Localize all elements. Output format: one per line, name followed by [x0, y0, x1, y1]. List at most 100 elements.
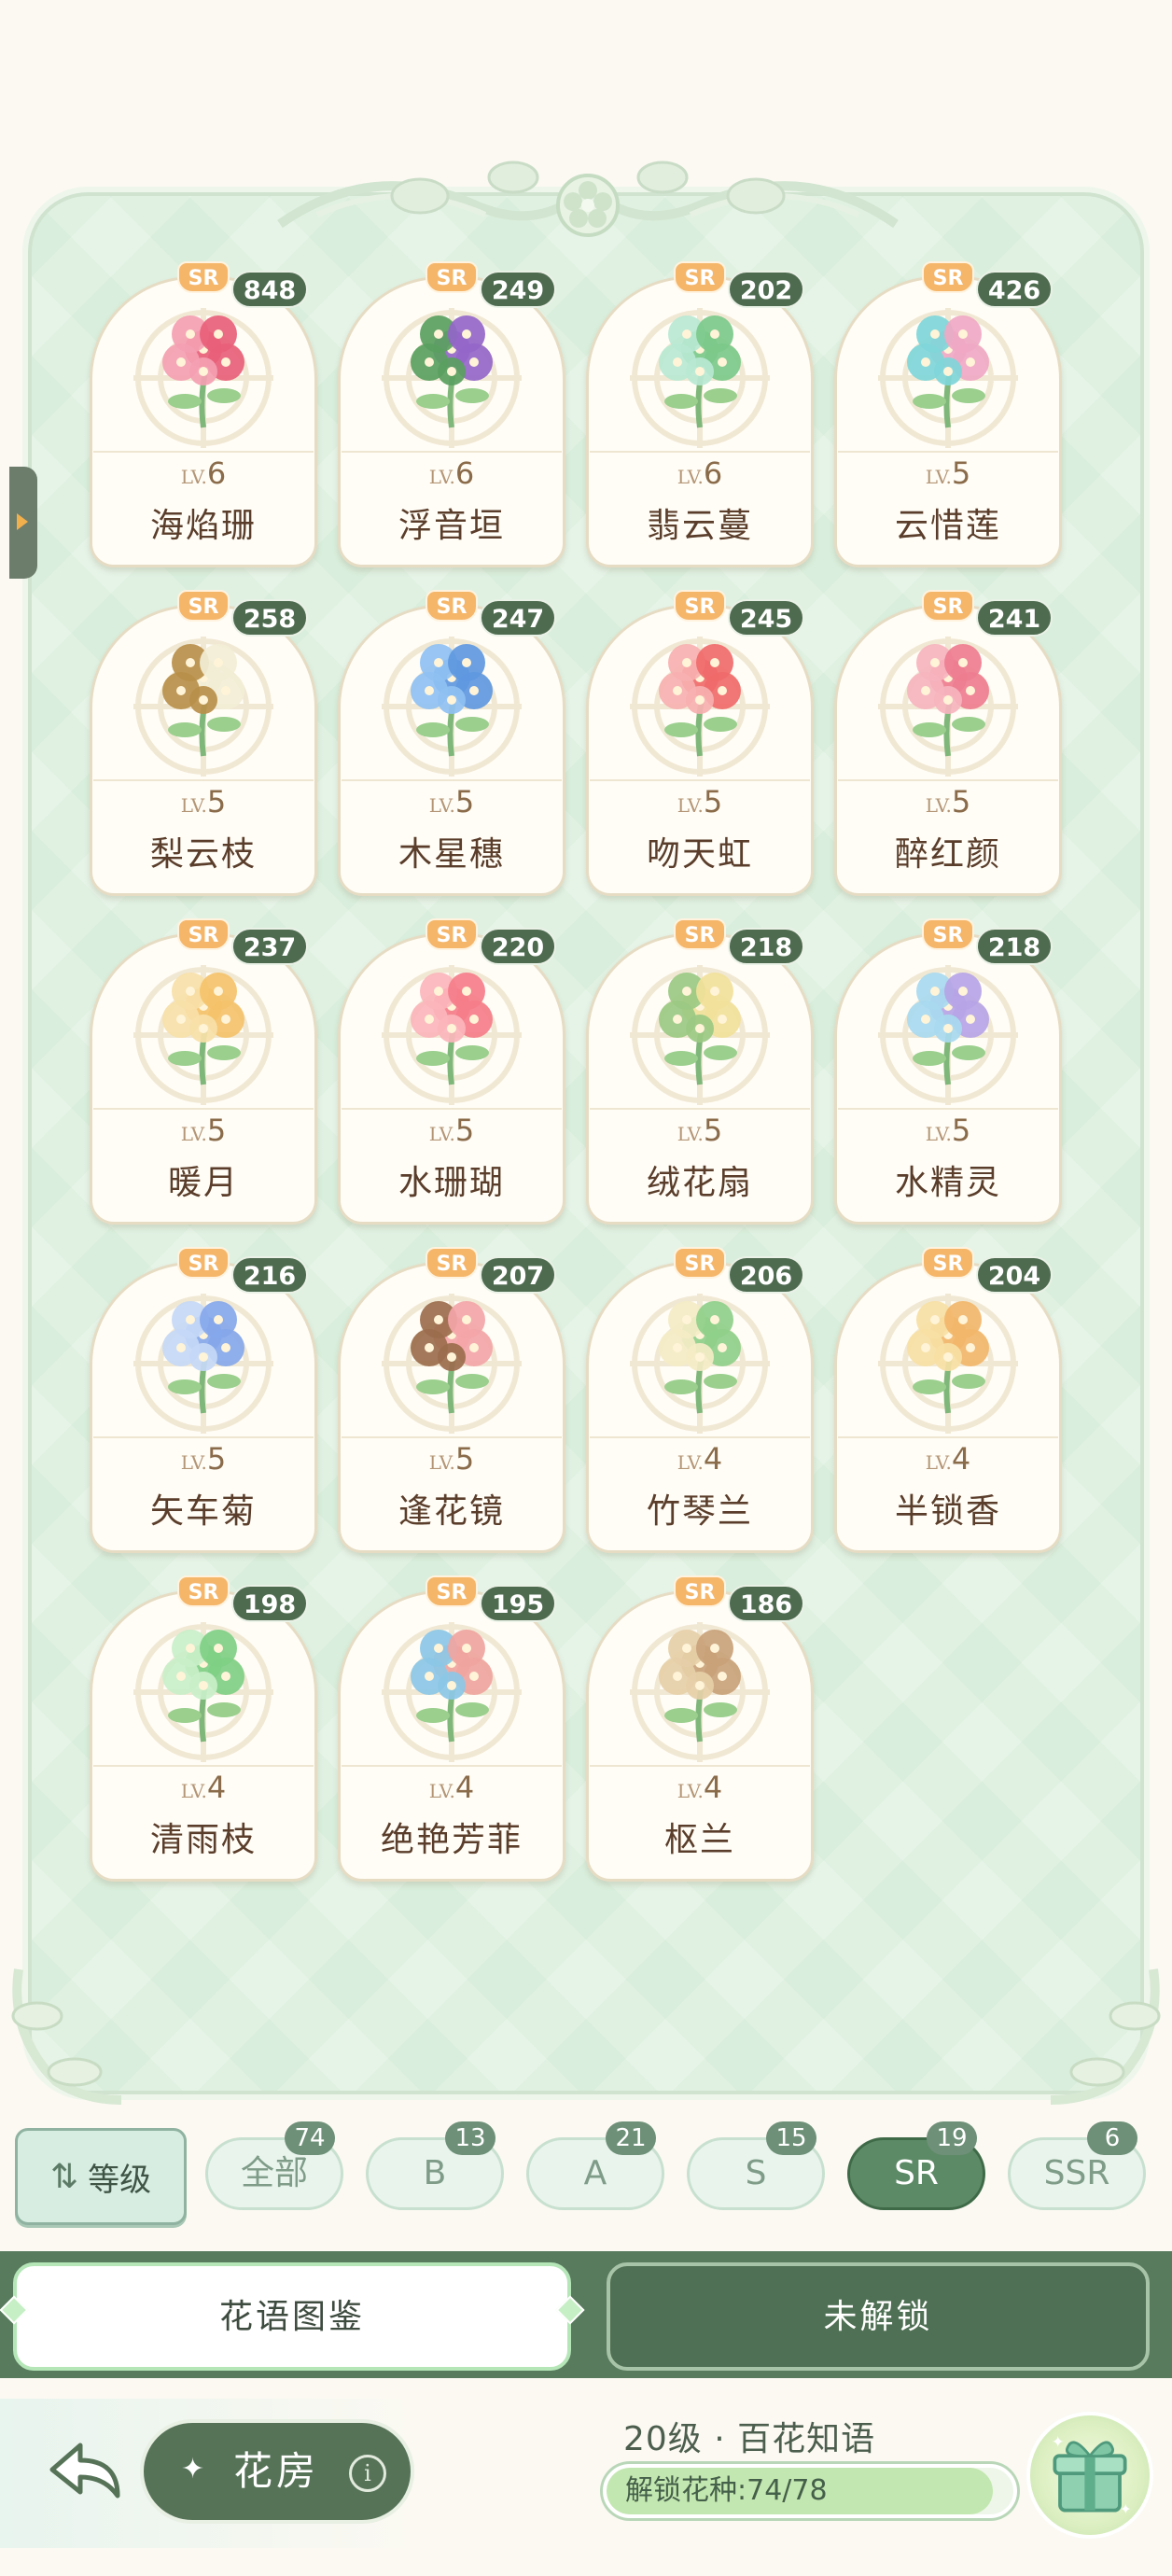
level-prefix: LV.	[677, 1780, 704, 1802]
level-prefix: LV.	[180, 1123, 207, 1145]
svg-text:✦: ✦	[1052, 2432, 1065, 2451]
count-badge: 216	[231, 1256, 308, 1294]
level-prefix: LV.	[180, 466, 207, 488]
rarity-filter-sr[interactable]: SR 19	[847, 2121, 985, 2210]
flower-card[interactable]: SR 220 LV.5 水珊瑚	[338, 917, 565, 1225]
level-prefix: LV.	[925, 794, 952, 817]
flower-illustration	[907, 1301, 989, 1414]
flower-card[interactable]: SR 218 LV.5 绒花扇	[586, 917, 814, 1225]
flower-level: LV.6	[586, 455, 814, 491]
flower-card[interactable]: SR 247 LV.5 木星穗	[338, 588, 565, 896]
level-prefix: LV.	[677, 794, 704, 817]
flower-card[interactable]: SR 216 LV.5 矢车菊	[90, 1245, 317, 1553]
flower-level: LV.5	[586, 784, 814, 819]
flower-level: LV.5	[338, 1441, 565, 1477]
flower-card[interactable]: SR 237 LV.5 暖月	[90, 917, 317, 1225]
level-prefix: LV.	[180, 1780, 207, 1802]
rarity-badge: SR	[674, 1247, 726, 1279]
rarity-badge: SR	[674, 590, 726, 622]
flower-card[interactable]: SR 258 LV.5 梨云枝	[90, 588, 317, 896]
corner-ornament-right	[1050, 1968, 1161, 2105]
rarity-badge: SR	[922, 590, 974, 622]
flower-card[interactable]: SR 245 LV.5 吻天虹	[586, 588, 814, 896]
flower-card[interactable]: SR 426 LV.5 云惜莲	[834, 259, 1062, 567]
level-prefix: LV.	[428, 1123, 455, 1145]
unlock-progress-label: 解锁花种:74/78	[625, 2474, 828, 2507]
flower-name: 木星穗	[398, 835, 505, 874]
flower-illustration	[411, 1630, 493, 1743]
flower-card[interactable]: SR 198 LV.4 清雨枝	[90, 1574, 317, 1882]
flower-card[interactable]: SR 206 LV.4 竹琴兰	[586, 1245, 814, 1553]
count-badge: 249	[480, 271, 556, 308]
filter-count-badge: 15	[766, 2121, 816, 2155]
rarity-filter-s[interactable]: S 15	[687, 2121, 825, 2210]
bottom-bar: 花房 ✦ i 20级 · 百花知语 解锁花种:74/78 ✦ ✦	[0, 2399, 1172, 2576]
rarity-filter-all[interactable]: 全部 74	[205, 2121, 343, 2210]
flower-level: LV.4	[586, 1770, 814, 1805]
flower-name: 绒花扇	[646, 1164, 753, 1202]
count-badge: 848	[231, 271, 308, 308]
sort-by-level-button[interactable]: ⇅ 等级	[15, 2128, 187, 2225]
flower-illustration	[162, 315, 244, 428]
rarity-badge: SR	[922, 1247, 974, 1279]
rarity-filter-a[interactable]: A 21	[526, 2121, 664, 2210]
flower-card[interactable]: SR 204 LV.4 半锁香	[834, 1245, 1062, 1553]
flower-illustration	[411, 315, 493, 428]
level-prefix: LV.	[180, 794, 207, 817]
flower-level: LV.5	[90, 1113, 317, 1148]
flower-name: 浮音垣	[398, 507, 505, 545]
back-arrow-icon[interactable]	[45, 2434, 129, 2509]
filter-label: 全部	[240, 2154, 308, 2192]
count-badge: 198	[231, 1585, 308, 1622]
filter-count-badge: 21	[606, 2121, 656, 2155]
level-value: 5	[951, 784, 971, 819]
flower-name: 水精灵	[894, 1164, 1001, 1202]
filter-count-badge: 6	[1087, 2121, 1137, 2155]
rarity-badge: SR	[426, 1247, 478, 1279]
flower-illustration	[659, 315, 741, 428]
flower-card[interactable]: SR 848 LV.6 海焰珊	[90, 259, 317, 567]
flower-card[interactable]: SR 207 LV.5 逢花镜	[338, 1245, 565, 1553]
tab-bar: 花语图鉴 未解锁	[0, 2251, 1172, 2378]
flower-card[interactable]: SR 218 LV.5 水精灵	[834, 917, 1062, 1225]
level-title: 20级 · 百花知语	[623, 2420, 876, 2458]
room-label: 花房	[233, 2448, 320, 2494]
flower-name: 吻天虹	[646, 835, 753, 874]
flower-illustration	[659, 1301, 741, 1414]
rarity-filter-ssr[interactable]: SSR 6	[1008, 2121, 1146, 2210]
flower-level: LV.5	[834, 1113, 1062, 1148]
flower-level: LV.5	[90, 1441, 317, 1477]
flower-level: LV.4	[834, 1441, 1062, 1477]
flower-name: 逢花镜	[398, 1492, 505, 1531]
flower-card[interactable]: SR 186 LV.4 枢兰	[586, 1574, 814, 1882]
level-value: 5	[951, 1113, 971, 1148]
flower-illustration	[162, 1630, 244, 1743]
tab-locked[interactable]: 未解锁	[607, 2262, 1150, 2371]
flower-card[interactable]: SR 195 LV.4 绝艳芳菲	[338, 1574, 565, 1882]
flower-card[interactable]: SR 202 LV.6 翡云蔓	[586, 259, 814, 567]
flower-card[interactable]: SR 249 LV.6 浮音垣	[338, 259, 565, 567]
count-badge: 426	[976, 271, 1053, 308]
flower-level: LV.5	[338, 1113, 565, 1148]
level-value: 5	[454, 784, 475, 819]
count-badge: 206	[728, 1256, 804, 1294]
count-badge: 241	[976, 599, 1053, 637]
flower-card[interactable]: SR 241 LV.5 醉红颜	[834, 588, 1062, 896]
flower-name: 水珊瑚	[398, 1164, 505, 1202]
level-prefix: LV.	[677, 466, 704, 488]
flower-level: LV.6	[90, 455, 317, 491]
info-icon[interactable]: i	[349, 2455, 386, 2492]
gift-box-button[interactable]: ✦ ✦	[1026, 2412, 1153, 2539]
flower-illustration	[659, 644, 741, 757]
level-prefix: LV.	[428, 1780, 455, 1802]
filter-label: B	[423, 2154, 447, 2192]
side-expand-tab[interactable]	[9, 467, 37, 579]
level-value: 5	[206, 1441, 227, 1477]
flower-name: 醉红颜	[894, 835, 1001, 874]
count-badge: 202	[728, 271, 804, 308]
level-prefix: LV.	[925, 1451, 952, 1474]
rarity-filter-b[interactable]: B 13	[366, 2121, 504, 2210]
tab-flower-glossary[interactable]: 花语图鉴	[13, 2262, 571, 2371]
sparkle-icon: ✦	[181, 2453, 205, 2485]
tab-locked-label: 未解锁	[823, 2298, 933, 2336]
